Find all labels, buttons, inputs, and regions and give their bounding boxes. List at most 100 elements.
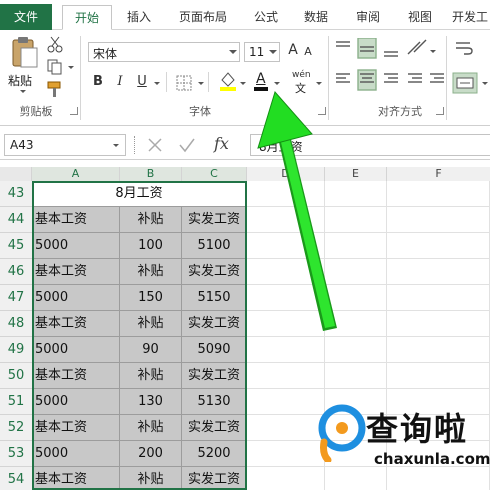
tab-formulas[interactable]: 公式 (246, 5, 286, 30)
font-launcher-icon[interactable] (318, 107, 326, 115)
table-cell[interactable]: 补贴 (120, 259, 182, 285)
empty-cell[interactable] (387, 311, 490, 337)
empty-cell[interactable] (247, 207, 325, 233)
empty-cell[interactable] (325, 181, 387, 207)
empty-cell[interactable] (247, 363, 325, 389)
row-header[interactable]: 52 (0, 415, 32, 441)
merge-center-icon[interactable] (452, 72, 478, 94)
table-cell[interactable]: 5200 (182, 441, 247, 467)
table-cell[interactable]: 150 (120, 285, 182, 311)
table-cell[interactable]: 实发工资 (182, 207, 247, 233)
empty-cell[interactable] (325, 233, 387, 259)
select-all-button[interactable] (0, 167, 32, 181)
table-cell[interactable]: 补贴 (120, 311, 182, 337)
table-cell[interactable]: 补贴 (120, 467, 182, 490)
table-cell[interactable]: 90 (120, 337, 182, 363)
row-header[interactable]: 54 (0, 467, 32, 490)
font-size-select[interactable]: 11 (244, 42, 280, 62)
paste-button[interactable]: 粘贴 (6, 34, 42, 96)
tab-developer[interactable]: 开发工 (452, 5, 490, 30)
format-painter-icon[interactable] (46, 80, 64, 98)
table-cell[interactable]: 130 (120, 389, 182, 415)
table-cell[interactable]: 补贴 (120, 363, 182, 389)
table-cell[interactable]: 基本工资 (32, 363, 120, 389)
empty-cell[interactable] (325, 259, 387, 285)
empty-cell[interactable] (247, 467, 325, 490)
table-cell[interactable]: 实发工资 (182, 259, 247, 285)
table-cell[interactable]: 实发工资 (182, 311, 247, 337)
table-cell[interactable]: 5000 (32, 233, 120, 259)
row-header[interactable]: 43 (0, 181, 32, 207)
empty-cell[interactable] (247, 389, 325, 415)
row-header[interactable]: 48 (0, 311, 32, 337)
empty-cell[interactable] (247, 311, 325, 337)
tab-page-layout[interactable]: 页面布局 (170, 5, 236, 30)
column-header-c[interactable]: C (182, 167, 247, 181)
row-header[interactable]: 47 (0, 285, 32, 311)
alignment-launcher-icon[interactable] (436, 107, 444, 115)
align-icons[interactable] (334, 38, 446, 98)
fill-color-icon[interactable] (218, 70, 238, 92)
table-cell[interactable]: 实发工资 (182, 467, 247, 490)
empty-cell[interactable] (247, 233, 325, 259)
empty-cell[interactable] (247, 441, 325, 467)
table-cell[interactable]: 5150 (182, 285, 247, 311)
row-header[interactable]: 45 (0, 233, 32, 259)
table-cell[interactable]: 基本工资 (32, 467, 120, 490)
row-header[interactable]: 50 (0, 363, 32, 389)
empty-cell[interactable] (387, 259, 490, 285)
table-cell[interactable]: 5000 (32, 337, 120, 363)
table-cell[interactable]: 基本工资 (32, 259, 120, 285)
empty-cell[interactable] (325, 207, 387, 233)
row-header[interactable]: 49 (0, 337, 32, 363)
table-cell[interactable]: 基本工资 (32, 207, 120, 233)
enter-icon[interactable] (178, 136, 196, 154)
border-icon[interactable] (176, 75, 192, 91)
empty-cell[interactable] (387, 181, 490, 207)
grow-font-button[interactable]: A (286, 42, 300, 58)
table-cell[interactable]: 补贴 (120, 415, 182, 441)
empty-cell[interactable] (387, 363, 490, 389)
table-cell[interactable]: 5000 (32, 389, 120, 415)
empty-cell[interactable] (247, 181, 325, 207)
formula-input[interactable]: 8月工资 (250, 134, 490, 156)
column-header-f[interactable]: F (387, 167, 490, 181)
table-cell[interactable]: 5000 (32, 441, 120, 467)
table-cell[interactable]: 100 (120, 233, 182, 259)
empty-cell[interactable] (387, 207, 490, 233)
row-header[interactable]: 53 (0, 441, 32, 467)
clipboard-launcher-icon[interactable] (70, 107, 78, 115)
row-header[interactable]: 46 (0, 259, 32, 285)
empty-cell[interactable] (325, 363, 387, 389)
tab-view[interactable]: 视图 (400, 5, 440, 30)
table-cell[interactable]: 5000 (32, 285, 120, 311)
cut-icon[interactable] (46, 36, 64, 54)
cancel-icon[interactable] (146, 136, 164, 154)
table-cell[interactable]: 实发工资 (182, 363, 247, 389)
empty-cell[interactable] (325, 285, 387, 311)
table-cell[interactable]: 基本工资 (32, 415, 120, 441)
empty-cell[interactable] (387, 285, 490, 311)
tab-insert[interactable]: 插入 (118, 5, 160, 30)
font-color-button[interactable]: A (252, 70, 270, 92)
shrink-font-button[interactable]: A (302, 45, 314, 58)
italic-button[interactable]: I (112, 74, 128, 89)
column-header-d[interactable]: D (247, 167, 325, 181)
name-box[interactable]: A43 (4, 134, 126, 156)
column-header-a[interactable]: A (32, 167, 120, 181)
phonetic-button[interactable]: wén 文 (292, 70, 314, 95)
empty-cell[interactable] (387, 337, 490, 363)
wrap-text-icon[interactable] (454, 40, 474, 58)
empty-cell[interactable] (325, 311, 387, 337)
tab-review[interactable]: 审阅 (348, 5, 388, 30)
table-cell[interactable]: 5130 (182, 389, 247, 415)
title-cell[interactable]: 8月工资 (32, 181, 247, 207)
insert-function-button[interactable]: fx (214, 134, 229, 153)
row-header[interactable]: 44 (0, 207, 32, 233)
column-header-b[interactable]: B (120, 167, 182, 181)
table-cell[interactable]: 5090 (182, 337, 247, 363)
table-cell[interactable]: 200 (120, 441, 182, 467)
row-header[interactable]: 51 (0, 389, 32, 415)
tab-file[interactable]: 文件 (0, 4, 52, 30)
column-header-e[interactable]: E (325, 167, 387, 181)
